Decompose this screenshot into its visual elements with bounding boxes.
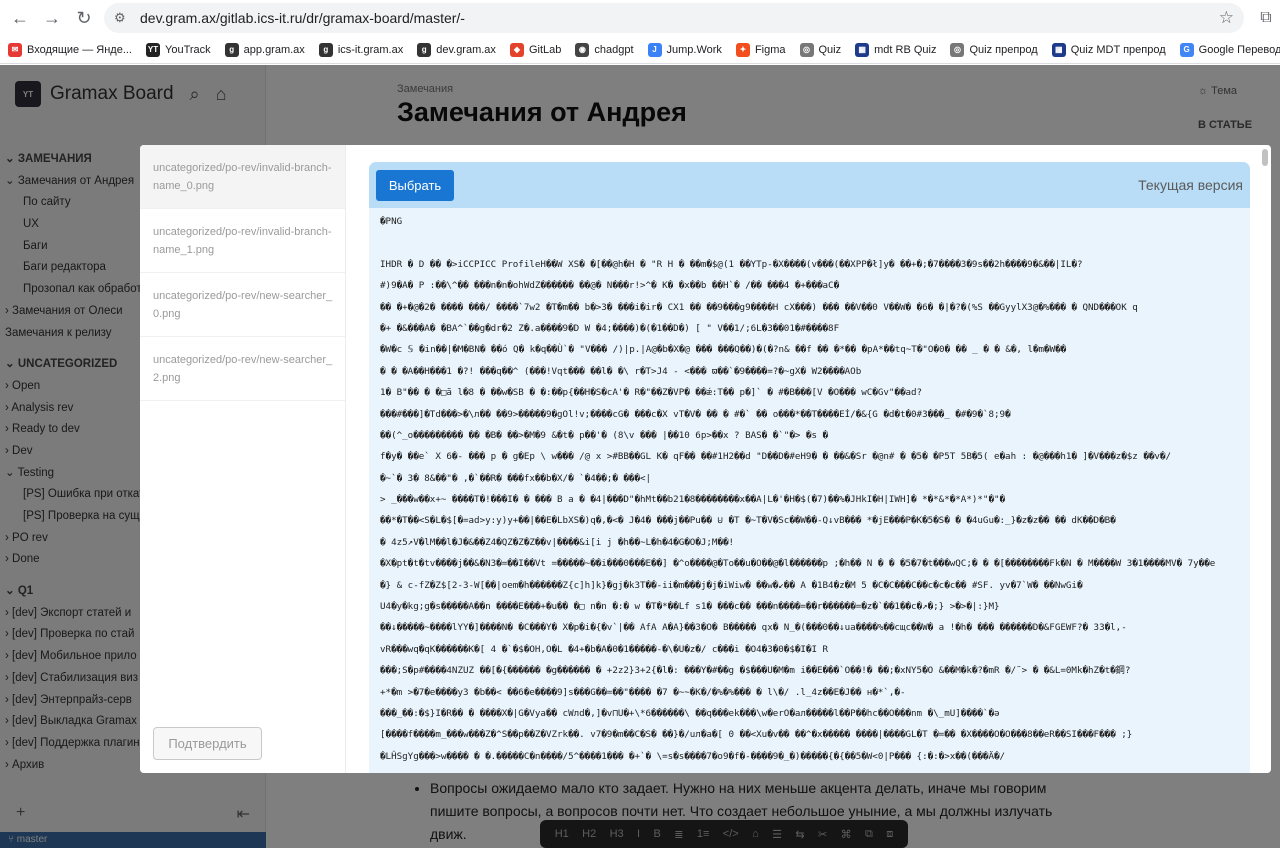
bookmark-label: chadgpt <box>594 43 634 56</box>
bookmark-favicon-icon: ▦ <box>855 42 870 57</box>
forward-icon[interactable]: → <box>38 4 66 32</box>
bookmark-label: ics-it.gram.ax <box>337 43 404 56</box>
file-list-item[interactable]: uncategorized/po-rev/new-searcher_2.png <box>140 337 345 401</box>
url-text[interactable]: dev.gram.ax/gitlab.ics-it.ru/dr/gramax-b… <box>140 10 1219 26</box>
address-bar[interactable]: ⚙ dev.gram.ax/gitlab.ics-it.ru/dr/gramax… <box>104 3 1244 33</box>
bookmark-favicon-icon: ◎ <box>799 42 814 57</box>
bookmark-label: YouTrack <box>165 43 211 56</box>
bookmark-label: Quiz препрод <box>969 43 1038 56</box>
content-line: f�y� ��e` X 6�- ��� p � g�Ep \ w��� /@ x… <box>380 451 1171 463</box>
content-line: ���_��:�$}I�R�� � ����X�|G�Vya�� cWлd�,]… <box>380 707 1000 719</box>
content-line: +*�m >�7�e����y3 �b��< ��6�e����9]s���G�… <box>380 686 906 698</box>
content-line: ��↓�����~����lYY�]����N� �C���Y� X�p�i�{… <box>380 622 1127 634</box>
bookmark-favicon-icon: G <box>1179 42 1194 57</box>
bookmark-favicon-icon: ◎ <box>950 42 965 57</box>
content-line: U4�y�kg;g�s�����A��n ����E���+�u�� �□ n�… <box>380 601 1000 613</box>
reload-icon[interactable]: ↻ <box>70 4 98 32</box>
content-line: �~`� 3� 8&��"� ,�`��R� ���fx��b�X/� `�4�… <box>380 472 652 484</box>
bookmark-item[interactable]: g ics-it.gram.ax <box>318 42 404 57</box>
content-line: �� �+�@�2� ���� ���/ ����`7w2 �T�m�� b�>… <box>380 301 1138 313</box>
merge-conflict-modal: uncategorized/po-rev/invalid-branch-name… <box>140 145 1271 773</box>
bookmark-item[interactable]: G Google Перевод <box>1179 42 1280 57</box>
content-line: �W�c 𝕊 �in��|�M�BN� ��ó Q� k�q��Ù`� "V��… <box>380 344 1067 356</box>
bookmark-favicon-icon: ✉ <box>8 42 22 57</box>
content-line: IHDR � D �� �>iCCPICC ProfileH��W XS� �[… <box>380 258 1083 270</box>
site-info-icon[interactable]: ⚙ <box>114 10 134 26</box>
content-line: ��*�T��<S�L�$[�=ad>y:y)y+��|��E�LbXS�)q�… <box>380 515 1116 527</box>
content-line: ��(^_o��������� �� �B� ��>�M�9 &�t� p��'… <box>380 429 829 441</box>
file-content[interactable]: �PNG IHDR � D �� �>iCCPICC ProfileH��W XS… <box>369 208 1250 773</box>
bookmark-item[interactable]: ◎ Quiz препрод <box>950 42 1038 57</box>
bookmark-favicon-icon: J <box>647 42 662 57</box>
bookmark-label: Google Перевод <box>1198 43 1280 56</box>
content-line: ���#���]�Td���>�\л�� ��9>�����9�gOl!v;��… <box>380 408 1011 420</box>
content-line: 1� B"�� � �□ã l�8 � ��w�SB � �:��p{��H�S… <box>380 387 923 399</box>
extensions-icon[interactable]: ⧉ <box>1252 4 1280 32</box>
content-line: �+ �&���A� �BA^`��g�dr�2 Z�.a����9�D W �… <box>380 322 840 334</box>
bookmark-favicon-icon: g <box>417 42 432 57</box>
bookmark-item[interactable]: J Jump.Work <box>647 42 722 57</box>
bookmarks-bar: ✉ Входящие — Яндe... YT YouTrack g app.gram.a… <box>0 36 1280 64</box>
content-line: � 4z5↗V�lM��l�J�&��Z4�QZ�Z�Z��v|����&i[i… <box>380 536 735 548</box>
bookmark-label: Входящие — Яндe... <box>27 43 132 56</box>
bookmark-item[interactable]: ◉ chadgpt <box>575 42 634 57</box>
bookmark-favicon-icon: ✦ <box>735 42 750 57</box>
bookmark-item[interactable]: ✉ Входящие — Яндe... <box>8 42 132 57</box>
back-icon[interactable]: ← <box>6 4 34 32</box>
file-viewer: Выбрать Текущая версия �PNG IHDR � D �� �… <box>346 145 1271 773</box>
bookmark-favicon-icon: ◆ <box>509 42 524 57</box>
bookmark-item[interactable]: ▦ Quiz MDT препрод <box>1051 42 1166 57</box>
content-line: [����f����m_���w���Z�^S��p��Z�VZrk��. v7… <box>380 729 1133 741</box>
bookmark-label: Quiz <box>818 43 842 56</box>
content-line: �} & c-fZ�Z$[2-3-W[��|oem�h������Z{c]h]k… <box>380 579 1083 591</box>
content-line: > _���w��x+~ ����T�!���I� � ��� B a � �4… <box>380 494 1006 506</box>
scrollbar[interactable] <box>1262 149 1268 166</box>
bookmark-item[interactable]: YT YouTrack <box>146 42 211 57</box>
content-line: �LĤSgYg���>w���� � �.�����C�n����/5^����… <box>380 750 1006 762</box>
bookmark-favicon-icon: YT <box>146 42 160 57</box>
bookmark-item[interactable]: ◎ Quiz <box>799 42 842 57</box>
bookmark-item[interactable]: ◆ GitLab <box>509 42 562 57</box>
content-line: �X�pt�t�tv����j��&�N3�=��I��Vt =�����~��… <box>380 558 1216 570</box>
bookmark-label: app.gram.ax <box>243 43 305 56</box>
bookmark-item[interactable]: g app.gram.ax <box>224 42 305 57</box>
bookmark-favicon-icon: ▦ <box>1051 42 1066 57</box>
bookmark-label: dev.gram.ax <box>436 43 496 56</box>
bookmark-label: Figma <box>754 43 786 56</box>
content-line: ���;S�p#����4NZUZ ��[�{������ �g������ �… <box>380 665 1131 677</box>
file-list-item[interactable]: uncategorized/po-rev/invalid-branch-name… <box>140 145 345 209</box>
bookmark-favicon-icon: g <box>224 42 239 57</box>
bookmark-favicon-icon: g <box>318 42 333 57</box>
content-line: vR���wq�qK������K�[ 4 �`�$�OH,O�L �4+�b�… <box>380 643 829 655</box>
bookmark-star-icon[interactable]: ☆ <box>1219 8 1234 28</box>
content-line: #)9�A� P :��\^�� ���n�n�ohWdZ������ ��@�… <box>380 280 840 292</box>
bookmark-label: Jump.Work <box>666 43 722 56</box>
file-list-item[interactable]: uncategorized/po-rev/new-searcher_0.png <box>140 273 345 337</box>
version-label: Текущая версия <box>1138 177 1243 193</box>
select-button[interactable]: Выбрать <box>376 169 454 201</box>
bookmark-label: GitLab <box>528 43 562 56</box>
bookmark-item[interactable]: ▦ mdt RB Quiz <box>855 42 937 57</box>
bookmark-item[interactable]: g dev.gram.ax <box>417 42 496 57</box>
content-line <box>380 232 1243 253</box>
content-line: �PNG <box>380 216 403 227</box>
confirm-button[interactable]: Подтвердить <box>153 727 262 760</box>
version-header: Выбрать Текущая версия <box>369 162 1250 208</box>
bookmark-label: Quiz MDT препрод <box>1070 43 1166 56</box>
file-list-item[interactable]: uncategorized/po-rev/invalid-branch-name… <box>140 209 345 273</box>
file-list: uncategorized/po-rev/invalid-branch-name… <box>140 145 346 773</box>
content-line: � � �A��H���1 �?! ���q��^ (���!Vqt��� ��… <box>380 365 862 377</box>
bookmark-label: mdt RB Quiz <box>874 43 937 56</box>
bookmark-item[interactable]: ✦ Figma <box>735 42 786 57</box>
bookmark-favicon-icon: ◉ <box>575 42 590 57</box>
browser-toolbar: ← → ↻ ⚙ dev.gram.ax/gitlab.ics-it.ru/dr/… <box>0 0 1280 36</box>
